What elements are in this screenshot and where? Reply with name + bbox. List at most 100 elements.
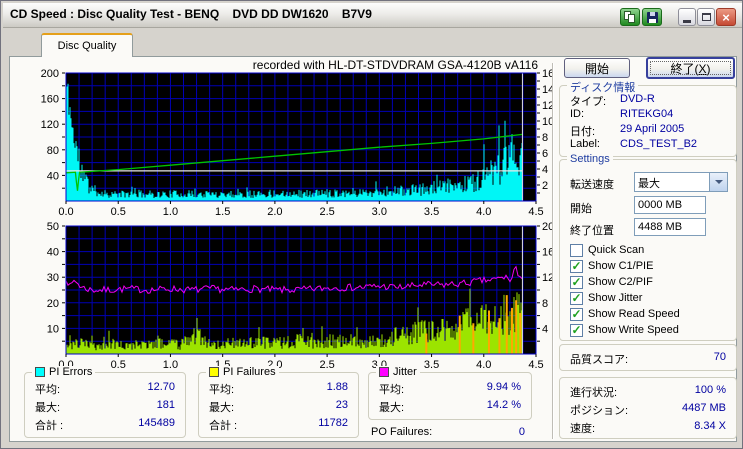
info-row: 平均: 1.88 [199, 381, 358, 396]
svg-text:50: 50 [47, 221, 59, 233]
row-value: RITEKG04 [620, 108, 674, 120]
svg-text:1.5: 1.5 [215, 206, 230, 217]
tab-disc-quality[interactable]: Disc Quality [41, 33, 133, 57]
copy-button[interactable] [620, 8, 640, 26]
pi-failures-title: PI Failures [223, 366, 276, 378]
settings-panel: Settings 転送速度 最大 開始 終了位置 Quick Scan ✓ Show… [559, 153, 737, 341]
close-icon: × [722, 9, 730, 25]
start-pos-label: 開始 [570, 203, 592, 215]
row-value: 145489 [138, 417, 175, 429]
row-value: 181 [156, 399, 175, 411]
pi-failures-panel: PI Failures 平均: 1.88 最大: 23 合計 : 11782 [198, 366, 359, 438]
info-row: 合計 : 11782 [199, 417, 358, 432]
row-label: 平均: [209, 384, 235, 396]
row-value: DVD-R [620, 93, 655, 105]
row-label: タイプ: [570, 96, 607, 108]
info-row: Label: CDS_TEST_B2 [560, 138, 736, 153]
info-row: 最大: 181 [25, 399, 185, 414]
chevron-down-icon [714, 180, 723, 184]
info-row: タイプ: DVD-R [560, 93, 736, 108]
checkbox-label: Show Write Speed [588, 324, 679, 336]
checkbox-show-jitter[interactable]: ✓ [570, 291, 583, 305]
checkbox-label: Show C2/PIF [588, 276, 653, 288]
checkbox-show-c1-pie[interactable]: ✓ [570, 258, 583, 273]
checkbox-show-c2-pif[interactable]: ✓ [570, 275, 583, 289]
row-label: 合計 : [209, 420, 238, 432]
checkbox-quick-scan[interactable] [570, 243, 583, 257]
svg-text:3.5: 3.5 [424, 359, 439, 370]
row-label: ポジション: [570, 405, 629, 417]
pi-failures-jitter-chart: 0.0 0.5 1.0 1.5 2.0 2.5 3.0 3.5 4.0 4.51020304050… [47, 221, 553, 370]
save-button[interactable] [642, 8, 662, 26]
checkbox-row-show-c1-pie: ✓ Show C1/PIE [570, 259, 653, 273]
checkbox-show-write-speed[interactable]: ✓ [570, 323, 583, 337]
row-value: 9.94 % [486, 381, 521, 393]
svg-text:160: 160 [41, 94, 59, 106]
progress-panel: 進行状況: 100 % ポジション: 4487 MB 速度: 8.34 X [559, 377, 737, 439]
exit-button[interactable]: 終了(X) [646, 57, 735, 79]
tab-label: Disc Quality [57, 40, 117, 52]
minimize-icon [683, 20, 691, 23]
svg-text:2: 2 [542, 180, 548, 192]
checkbox-show-read-speed[interactable]: ✓ [570, 306, 583, 321]
row-label: 最大: [209, 402, 235, 414]
svg-text:3.5: 3.5 [424, 206, 439, 217]
svg-text:20: 20 [47, 298, 59, 310]
start-button[interactable]: 開始 [564, 58, 630, 78]
row-label: 最大: [35, 402, 61, 414]
svg-text:0.0: 0.0 [58, 206, 73, 217]
app-window: CD Speed : Disc Quality Test - BENQ DVD … [0, 0, 743, 449]
settings-title: Settings [567, 153, 613, 165]
minimize-button[interactable] [678, 8, 696, 26]
check-icon: ✓ [571, 306, 582, 321]
svg-text:4.0: 4.0 [476, 359, 491, 370]
row-label: 合計 : [35, 420, 64, 432]
window-title: CD Speed : Disc Quality Test - BENQ DVD … [10, 7, 372, 21]
row-value: 23 [335, 399, 348, 411]
jitter-panel: Jitter 平均: 9.94 % 最大: 14.2 % [368, 366, 532, 420]
svg-text:4: 4 [542, 323, 548, 335]
svg-text:2.5: 2.5 [319, 359, 334, 370]
save-icon [646, 11, 658, 23]
po-failures-row: PO Failures: 0 [371, 426, 531, 438]
row-label: 最大: [379, 402, 405, 414]
svg-text:2.5: 2.5 [319, 206, 334, 217]
jitter-legend-chip [379, 367, 389, 377]
svg-text:4.5: 4.5 [528, 206, 543, 217]
po-failures-label: PO Failures: [371, 426, 433, 438]
info-row: ポジション: 4487 MB [560, 402, 736, 417]
row-value: CDS_TEST_B2 [620, 138, 698, 150]
info-row: 平均: 9.94 % [369, 381, 531, 396]
row-value: 12.70 [147, 381, 175, 393]
check-icon: ✓ [571, 258, 582, 273]
end-position-input[interactable] [634, 218, 706, 236]
checkbox-row-show-jitter: ✓ Show Jitter [570, 291, 642, 305]
row-value: 4487 MB [681, 402, 726, 414]
close-button[interactable]: × [716, 8, 736, 26]
pi-errors-title: PI Errors [49, 366, 93, 378]
svg-text:0.5: 0.5 [111, 359, 126, 370]
svg-text:1.0: 1.0 [163, 206, 178, 217]
focus-rect [650, 61, 731, 75]
svg-text:40: 40 [47, 247, 59, 259]
svg-text:6: 6 [542, 148, 548, 160]
title-bar[interactable]: CD Speed : Disc Quality Test - BENQ DVD … [3, 3, 742, 28]
info-row: 日付: 29 April 2005 [560, 123, 736, 138]
vertical-divider [552, 63, 554, 439]
checkbox-label: Show Read Speed [588, 308, 680, 320]
transfer-speed-select[interactable]: 最大 [634, 172, 728, 192]
svg-text:2.0: 2.0 [267, 206, 282, 217]
row-value: 14.2 % [486, 399, 521, 411]
svg-text:80: 80 [47, 145, 59, 157]
row-value: 1.88 [326, 381, 348, 393]
po-failures-value: 0 [518, 426, 525, 438]
start-position-input[interactable] [634, 196, 706, 214]
checkbox-label: Show C1/PIE [588, 260, 654, 272]
checkbox-label: Show Jitter [588, 292, 643, 304]
row-value: 100 % [694, 384, 726, 396]
quality-score-label: 品質スコア: [570, 354, 629, 366]
combo-dropdown-button[interactable] [709, 173, 727, 191]
checkbox-row-show-c2-pif: ✓ Show C2/PIF [570, 275, 653, 289]
row-value: 29 April 2005 [620, 123, 685, 135]
maximize-button[interactable] [697, 8, 715, 26]
